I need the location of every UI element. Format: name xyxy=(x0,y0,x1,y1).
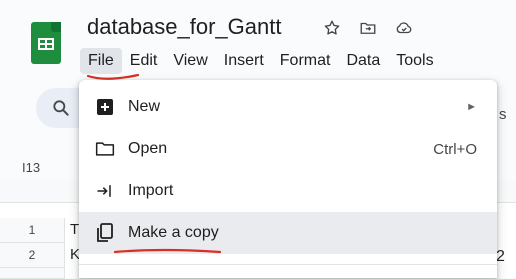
submenu-arrow-icon: ► xyxy=(466,101,477,113)
menu-tools[interactable]: Tools xyxy=(388,48,441,74)
sheets-logo-icon[interactable] xyxy=(31,22,61,64)
shortcut-label: Ctrl+O xyxy=(433,140,477,158)
cell-a1-fragment[interactable]: T xyxy=(70,221,79,238)
menu-item-new[interactable]: New ► xyxy=(79,86,497,128)
menu-data[interactable]: Data xyxy=(338,48,388,74)
cloud-status-icon[interactable] xyxy=(394,18,414,38)
row-header-3[interactable] xyxy=(0,268,65,279)
search-icon[interactable] xyxy=(51,98,71,118)
menu-insert[interactable]: Insert xyxy=(216,48,272,74)
import-icon xyxy=(94,180,116,202)
menu-divider xyxy=(79,264,497,265)
menu-item-label: Import xyxy=(128,182,174,199)
copy-annotation-underline xyxy=(113,248,222,254)
folder-icon xyxy=(94,138,116,160)
copy-icon xyxy=(94,222,116,244)
menu-item-label: New xyxy=(128,98,161,115)
menu-item-label: Open xyxy=(128,140,168,157)
row-header-2[interactable]: 2 xyxy=(0,243,65,268)
move-to-folder-icon[interactable] xyxy=(358,18,378,38)
menu-item-label: Make a copy xyxy=(128,224,219,241)
partial-toolbar-text: s xyxy=(499,106,507,123)
name-box[interactable]: I13 xyxy=(22,160,40,175)
new-sheet-icon xyxy=(94,96,116,118)
row-header-1[interactable]: 1 xyxy=(0,218,65,243)
menu-item-import[interactable]: Import xyxy=(79,170,497,212)
title-icons xyxy=(322,18,414,38)
menu-format[interactable]: Format xyxy=(272,48,339,74)
right-cell-fragment[interactable]: 2 xyxy=(496,248,505,266)
menu-item-open[interactable]: Open Ctrl+O xyxy=(79,128,497,170)
document-title[interactable]: database_for_Gantt xyxy=(87,14,281,40)
menu-view[interactable]: View xyxy=(165,48,215,74)
star-icon[interactable] xyxy=(322,18,342,38)
